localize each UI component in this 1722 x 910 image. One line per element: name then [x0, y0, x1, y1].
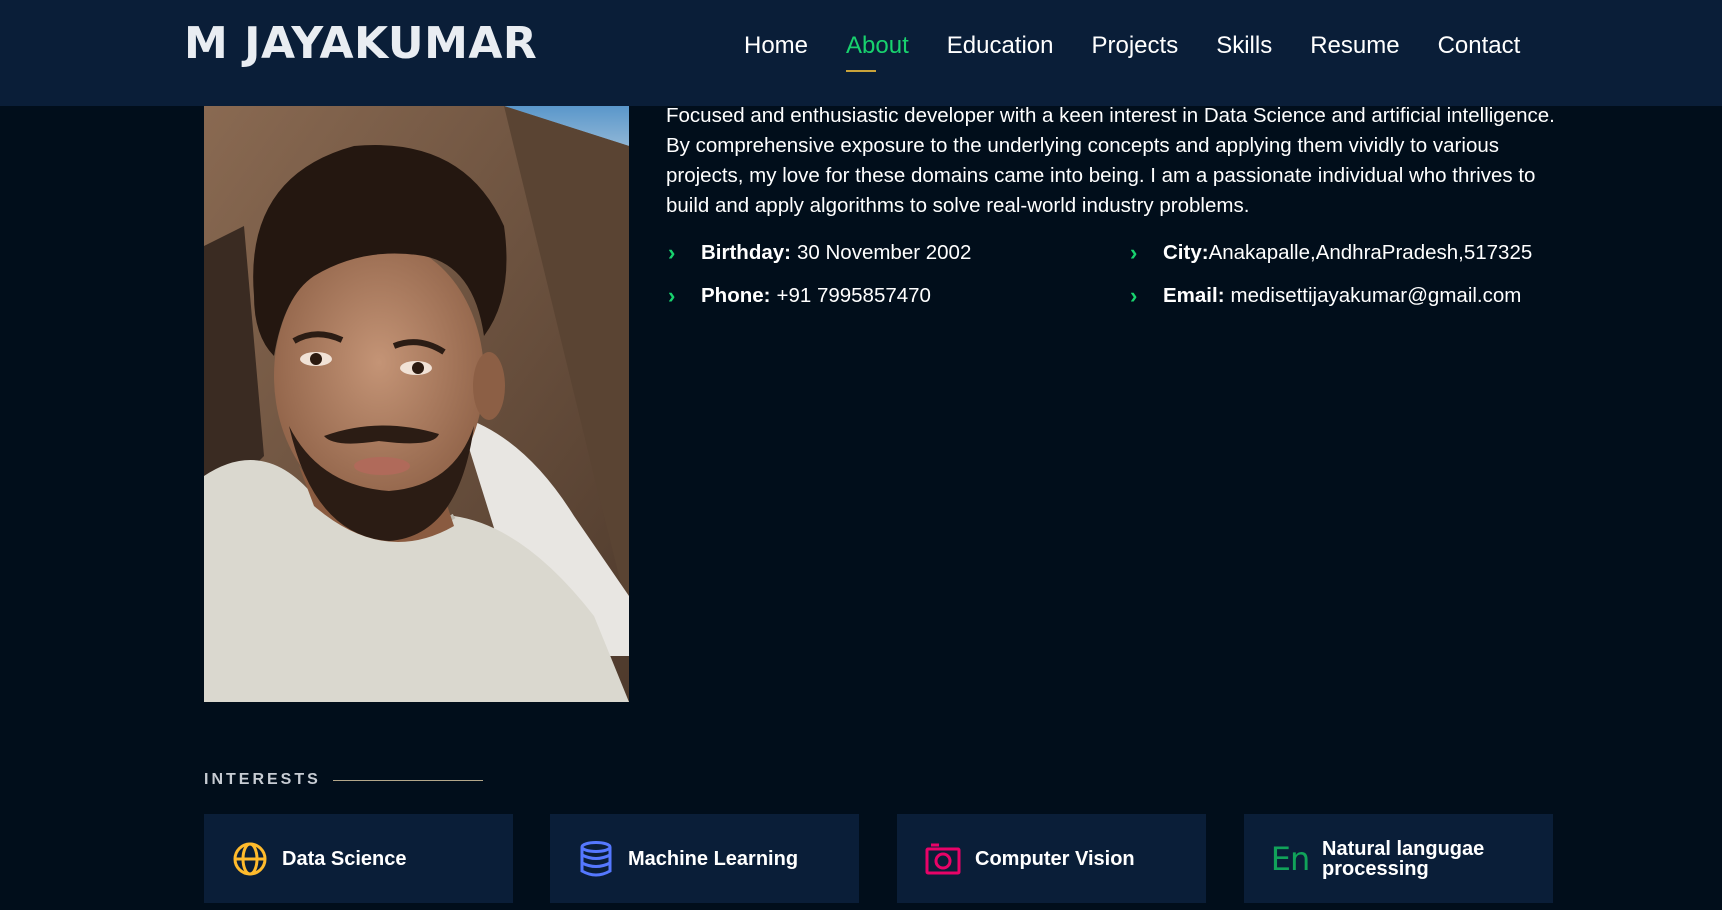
interest-card-nlp[interactable]: En Natural langugae processing — [1244, 814, 1553, 903]
interest-label-line2: processing — [1322, 857, 1429, 880]
interests-title: INTERESTS — [204, 771, 321, 788]
detail-phone-value: +91 7995857470 — [776, 284, 931, 307]
detail-email-value[interactable]: medisettijayakumar@gmail.com — [1231, 284, 1522, 308]
site-logo[interactable]: M JAYAKUMAR — [184, 18, 537, 69]
interest-card-data-science[interactable]: Data Science — [204, 814, 513, 903]
interest-card-machine-learning[interactable]: Machine Learning — [550, 814, 859, 903]
chevron-right-icon: › — [1130, 283, 1138, 308]
interests-heading: INTERESTS — [204, 771, 483, 789]
detail-phone-label: Phone: — [701, 284, 771, 307]
nav-projects[interactable]: Projects — [1092, 32, 1179, 60]
nav-skills[interactable]: Skills — [1216, 32, 1272, 60]
detail-birthday: › Birthday: 30 November 2002 — [668, 240, 971, 266]
interest-label: Data Science — [282, 847, 407, 870]
detail-birthday-label: Birthday: — [701, 241, 791, 264]
heading-divider — [332, 779, 483, 781]
chevron-right-icon: › — [668, 283, 676, 308]
nav-education[interactable]: Education — [947, 32, 1054, 60]
nav-contact[interactable]: Contact — [1438, 32, 1521, 60]
main-nav: Home About Education Projects Skills Res… — [744, 32, 1521, 72]
nav-home[interactable]: Home — [744, 32, 808, 60]
chevron-right-icon: › — [668, 240, 676, 265]
detail-city-value: Anakapalle,AndhraPradesh,517325 — [1208, 241, 1533, 264]
detail-phone: › Phone: +91 7995857470 — [668, 283, 931, 309]
database-icon — [574, 837, 618, 881]
profile-photo — [204, 96, 629, 702]
camera-icon — [921, 837, 965, 881]
site-header: M JAYAKUMAR Home About Education Project… — [0, 0, 1722, 106]
detail-city: › City: Anakapalle,AndhraPradesh,517325 — [1130, 240, 1532, 266]
about-description: Focused and enthusiastic developer with … — [666, 104, 1555, 217]
detail-email-label: Email: — [1163, 284, 1225, 307]
nav-resume[interactable]: Resume — [1310, 32, 1399, 60]
interest-card-computer-vision[interactable]: Computer Vision — [897, 814, 1206, 903]
interest-label-line1: Natural langugae — [1322, 837, 1485, 860]
detail-email: › Email: medisettijayakumar@gmail.com — [1130, 283, 1521, 309]
chevron-right-icon: › — [1130, 240, 1138, 265]
detail-city-label: City: — [1163, 241, 1209, 264]
interest-label: Natural langugae processing — [1322, 839, 1484, 879]
en-icon: En — [1270, 839, 1310, 878]
nav-about[interactable]: About — [846, 32, 909, 72]
globe-icon — [228, 837, 272, 881]
interest-label: Computer Vision — [975, 847, 1135, 870]
detail-birthday-value: 30 November 2002 — [796, 241, 972, 264]
interest-label: Machine Learning — [628, 847, 799, 870]
